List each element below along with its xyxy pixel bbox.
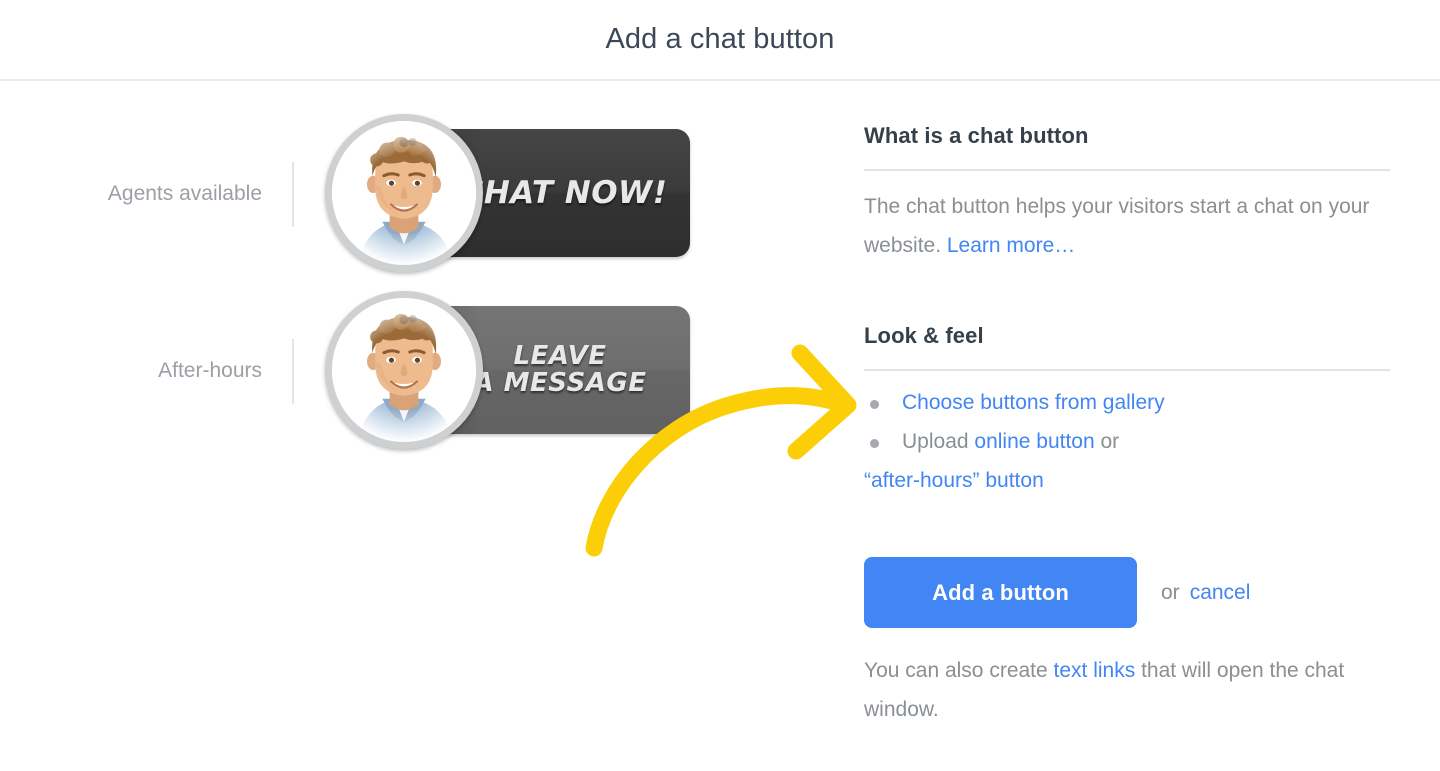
footer-note-text-before: You can also create: [864, 659, 1054, 682]
list-item: Choose buttons from gallery: [864, 383, 1390, 422]
list-item-continuation: “after-hours” button: [864, 461, 1390, 500]
chat-button-label-line2: A MESSAGE: [473, 368, 647, 398]
row-divider: [292, 162, 294, 227]
chat-button-label-line1: LEAVE: [513, 340, 607, 371]
upload-prefix-text: Upload: [902, 430, 975, 453]
add-chat-button-dialog: Add a chat button Agents available CHAT …: [0, 0, 1440, 771]
preview-label-online: Agents available: [107, 182, 262, 205]
text-links-link[interactable]: text links: [1054, 659, 1136, 682]
agent-avatar: [325, 291, 483, 449]
cancel-link[interactable]: cancel: [1190, 581, 1251, 605]
choose-buttons-from-gallery-link[interactable]: Choose buttons from gallery: [902, 391, 1165, 414]
section-look-and-feel: Look & feel Choose buttons from gallery …: [864, 323, 1390, 500]
or-text: or: [1161, 580, 1180, 604]
chat-button-offline-preview[interactable]: LEAVE A MESSAGE: [325, 291, 705, 451]
add-a-button-button[interactable]: Add a button: [864, 557, 1137, 628]
upload-or-text: or: [1094, 430, 1120, 453]
upload-after-hours-button-link[interactable]: “after-hours” button: [864, 469, 1044, 492]
agent-photo-icon: [332, 298, 476, 442]
section-divider: [864, 169, 1390, 171]
row-divider: [292, 339, 294, 404]
section-title-look-feel: Look & feel: [864, 323, 984, 348]
info-column: What is a chat button The chat button he…: [864, 81, 1394, 771]
what-is-description-text: The chat button helps your visitors star…: [864, 195, 1370, 257]
section-divider: [864, 369, 1390, 371]
section-title-what-is: What is a chat button: [864, 123, 1089, 148]
chat-button-online-preview[interactable]: CHAT NOW!: [325, 114, 705, 274]
preview-label-offline: After-hours: [158, 359, 262, 382]
what-is-description: The chat button helps your visitors star…: [864, 187, 1390, 265]
agent-avatar: [325, 114, 483, 272]
look-feel-options-list: Choose buttons from gallery Upload onlin…: [864, 383, 1390, 500]
preview-row-online: Agents available CHAT NOW!: [0, 114, 840, 274]
dialog-header: Add a chat button: [0, 0, 1440, 81]
preview-row-offline: After-hours LEAVE A MESSAGE: [0, 291, 840, 451]
list-item: Upload online button or: [864, 422, 1390, 461]
button-preview-column: Agents available CHAT NOW! After-hours L…: [0, 81, 840, 771]
footer-note: You can also create text links that will…: [864, 651, 1364, 729]
agent-photo-icon: [332, 121, 476, 265]
cta-row: Add a button or cancel: [864, 557, 1250, 628]
upload-online-button-link[interactable]: online button: [974, 430, 1094, 453]
page-title: Add a chat button: [605, 23, 835, 55]
learn-more-link[interactable]: Learn more…: [947, 234, 1075, 257]
section-what-is-chat-button: What is a chat button The chat button he…: [864, 123, 1390, 265]
